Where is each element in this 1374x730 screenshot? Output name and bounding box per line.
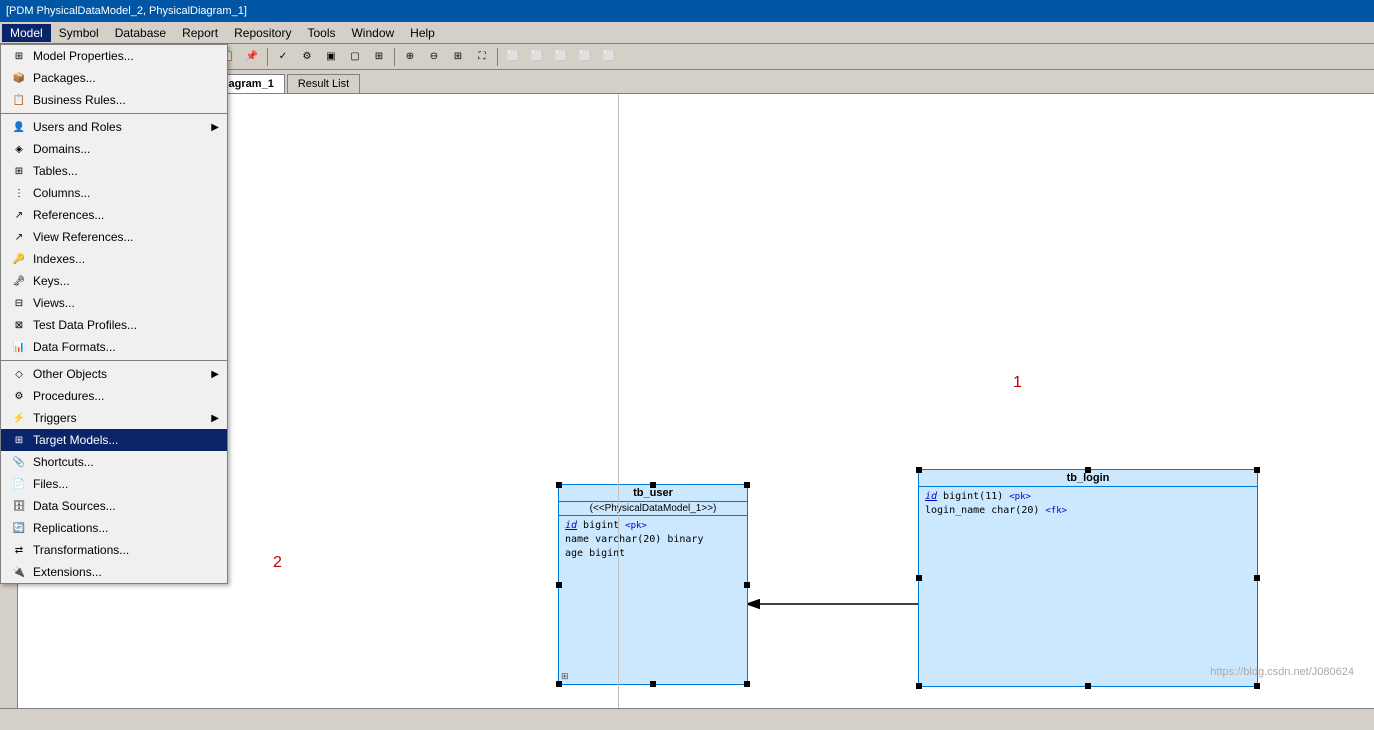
- menu-files-label: Files...: [33, 477, 219, 491]
- tdp-icon: ⊠: [9, 317, 29, 333]
- menu-data-formats-label: Data Formats...: [33, 340, 219, 354]
- menu-domains-label: Domains...: [33, 142, 219, 156]
- menu-data-sources[interactable]: 🗄 Data Sources...: [1, 495, 227, 517]
- usr-icon: 👤: [9, 119, 29, 135]
- proc-icon: ⚙: [9, 388, 29, 404]
- menu-tables[interactable]: ⊞ Tables...: [1, 160, 227, 182]
- biz-icon: 📋: [9, 92, 29, 108]
- props-icon: ⊞: [9, 48, 29, 64]
- menu-procedures-label: Procedures...: [33, 389, 219, 403]
- menu-packages-label: Packages...: [33, 71, 219, 85]
- menu-replications[interactable]: 🔄 Replications...: [1, 517, 227, 539]
- menu-users-roles[interactable]: 👤 Users and Roles ▶: [1, 116, 227, 138]
- ds-icon: 🗄: [9, 498, 29, 514]
- menu-test-data-profiles-label: Test Data Profiles...: [33, 318, 219, 332]
- menu-target-models[interactable]: ⊞ Target Models...: [1, 429, 227, 451]
- menu-replications-label: Replications...: [33, 521, 219, 535]
- menu-columns[interactable]: ⋮ Columns...: [1, 182, 227, 204]
- menu-view-references[interactable]: ↗ View References...: [1, 226, 227, 248]
- menu-transformations[interactable]: ⇄ Transformations...: [1, 539, 227, 561]
- sc-icon: 📎: [9, 454, 29, 470]
- viw-icon: ⊟: [9, 295, 29, 311]
- dom-icon: ◈: [9, 141, 29, 157]
- menu-references-label: References...: [33, 208, 219, 222]
- col-icon: ⋮: [9, 185, 29, 201]
- menu-indexes[interactable]: 🔑 Indexes...: [1, 248, 227, 270]
- fil-icon: 📄: [9, 476, 29, 492]
- menu-indexes-label: Indexes...: [33, 252, 219, 266]
- menu-target-models-label: Target Models...: [33, 433, 219, 447]
- menu-columns-label: Columns...: [33, 186, 219, 200]
- menu-other-objects[interactable]: ◇ Other Objects ▶: [1, 363, 227, 385]
- dfmt-icon: 📊: [9, 339, 29, 355]
- ext-icon: 🔌: [9, 564, 29, 580]
- menu-triggers[interactable]: ⚡ Triggers ▶: [1, 407, 227, 429]
- menu-files[interactable]: 📄 Files...: [1, 473, 227, 495]
- tmod-icon: ⊞: [9, 432, 29, 448]
- rep-icon: 🔄: [9, 520, 29, 536]
- dropdown-overlay[interactable]: ⊞ Model Properties... 📦 Packages... 📋 Bu…: [0, 0, 1374, 730]
- tbl-icon: ⊞: [9, 163, 29, 179]
- menu-procedures[interactable]: ⚙ Procedures...: [1, 385, 227, 407]
- menu-tables-label: Tables...: [33, 164, 219, 178]
- users-roles-arrow: ▶: [211, 122, 219, 133]
- model-dropdown-menu: ⊞ Model Properties... 📦 Packages... 📋 Bu…: [0, 44, 228, 584]
- menu-view-references-label: View References...: [33, 230, 219, 244]
- menu-domains[interactable]: ◈ Domains...: [1, 138, 227, 160]
- menu-references[interactable]: ↗ References...: [1, 204, 227, 226]
- menu-shortcuts-label: Shortcuts...: [33, 455, 219, 469]
- menu-packages[interactable]: 📦 Packages...: [1, 67, 227, 89]
- trans-icon: ⇄: [9, 542, 29, 558]
- menu-business-rules-label: Business Rules...: [33, 93, 219, 107]
- menu-test-data-profiles[interactable]: ⊠ Test Data Profiles...: [1, 314, 227, 336]
- oth-icon: ◇: [9, 366, 29, 382]
- menu-views-label: Views...: [33, 296, 219, 310]
- menu-transformations-label: Transformations...: [33, 543, 219, 557]
- menu-triggers-label: Triggers: [33, 411, 211, 425]
- menu-shortcuts[interactable]: 📎 Shortcuts...: [1, 451, 227, 473]
- menu-extensions[interactable]: 🔌 Extensions...: [1, 561, 227, 583]
- menu-data-sources-label: Data Sources...: [33, 499, 219, 513]
- key-icon: 🗝: [9, 273, 29, 289]
- menu-users-roles-label: Users and Roles: [33, 120, 211, 134]
- menu-keys-label: Keys...: [33, 274, 219, 288]
- menu-data-formats[interactable]: 📊 Data Formats...: [1, 336, 227, 358]
- menu-extensions-label: Extensions...: [33, 565, 219, 579]
- vref-icon: ↗: [9, 229, 29, 245]
- other-objects-arrow: ▶: [211, 369, 219, 380]
- menu-model-properties[interactable]: ⊞ Model Properties...: [1, 45, 227, 67]
- menu-model-properties-label: Model Properties...: [33, 49, 219, 63]
- idx-icon: 🔑: [9, 251, 29, 267]
- pkg-icon: 📦: [9, 70, 29, 86]
- trg-icon: ⚡: [9, 410, 29, 426]
- menu-views[interactable]: ⊟ Views...: [1, 292, 227, 314]
- sep-after-biz: [1, 113, 227, 114]
- menu-other-objects-label: Other Objects: [33, 367, 211, 381]
- menu-business-rules[interactable]: 📋 Business Rules...: [1, 89, 227, 111]
- ref-icon: ↗: [9, 207, 29, 223]
- triggers-arrow: ▶: [211, 413, 219, 424]
- menu-keys[interactable]: 🗝 Keys...: [1, 270, 227, 292]
- sep-after-formats: [1, 360, 227, 361]
